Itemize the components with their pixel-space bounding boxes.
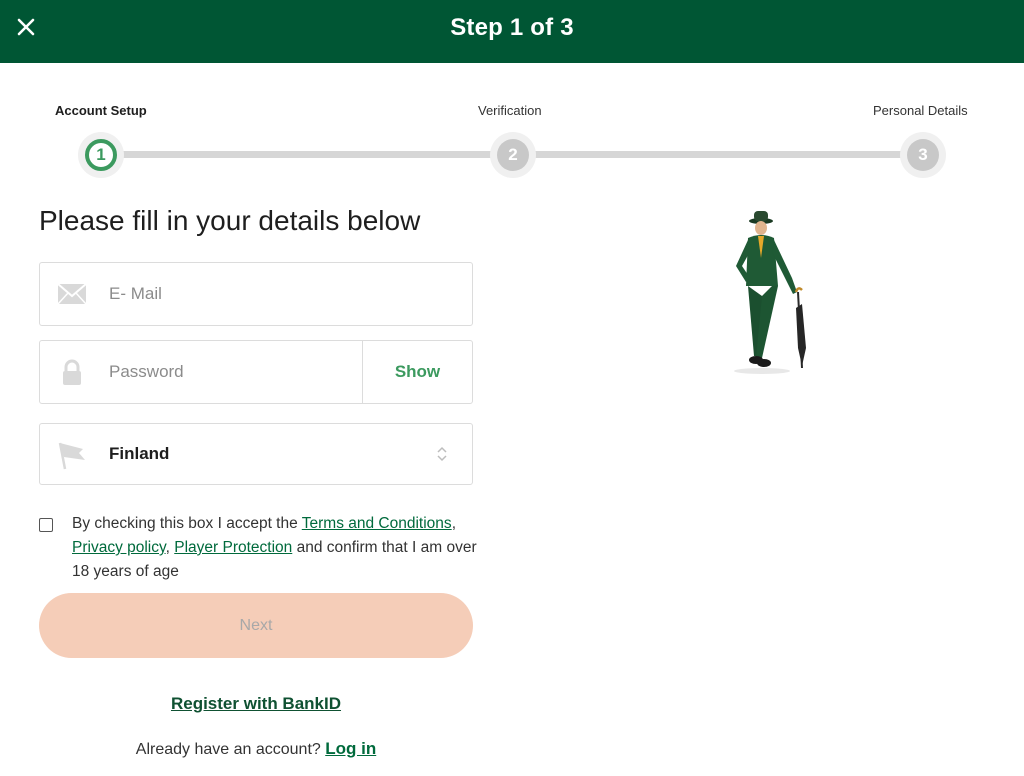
consent-separator: ,	[165, 539, 175, 556]
step-circle-1: 1	[85, 139, 117, 171]
country-select[interactable]: Finland	[39, 423, 473, 485]
mascot-illustration	[712, 208, 812, 376]
password-field[interactable]: Password Show	[39, 340, 473, 404]
step-label-account-setup: Account Setup	[55, 103, 147, 118]
next-button[interactable]: Next	[39, 593, 473, 658]
terms-link[interactable]: Terms and Conditions	[302, 515, 452, 532]
consent-checkbox[interactable]	[39, 518, 53, 532]
chevron-up-down-icon	[436, 445, 448, 463]
step-label-verification: Verification	[478, 103, 542, 118]
register-bankid-link[interactable]: Register with BankID	[39, 694, 473, 714]
lock-icon	[57, 357, 87, 387]
consent-text-before: By checking this box I accept the	[72, 515, 302, 532]
step-circle-2: 2	[497, 139, 529, 171]
password-placeholder: Password	[109, 362, 184, 381]
email-placeholder: E- Mail	[109, 284, 162, 303]
privacy-link[interactable]: Privacy policy	[72, 539, 166, 556]
step-label-personal-details: Personal Details	[873, 103, 968, 118]
form-heading: Please fill in your details below	[39, 205, 421, 236]
step-circle-3: 3	[907, 139, 939, 171]
top-bar: Step 1 of 3	[0, 0, 1024, 63]
envelope-icon	[57, 279, 87, 309]
country-value: Finland	[109, 444, 170, 463]
show-password-button[interactable]: Show	[362, 341, 472, 403]
player-protection-link[interactable]: Player Protection	[174, 539, 292, 556]
login-row: Already have an account? Log in	[39, 739, 473, 759]
page-title: Step 1 of 3	[450, 14, 574, 41]
consent-separator: ,	[451, 515, 456, 532]
consent-text: By checking this box I accept the Terms …	[72, 512, 482, 584]
login-prompt: Already have an account?	[135, 741, 321, 758]
flag-icon	[57, 440, 87, 470]
login-link[interactable]: Log in	[325, 739, 376, 758]
email-field[interactable]: E- Mail	[39, 262, 473, 326]
